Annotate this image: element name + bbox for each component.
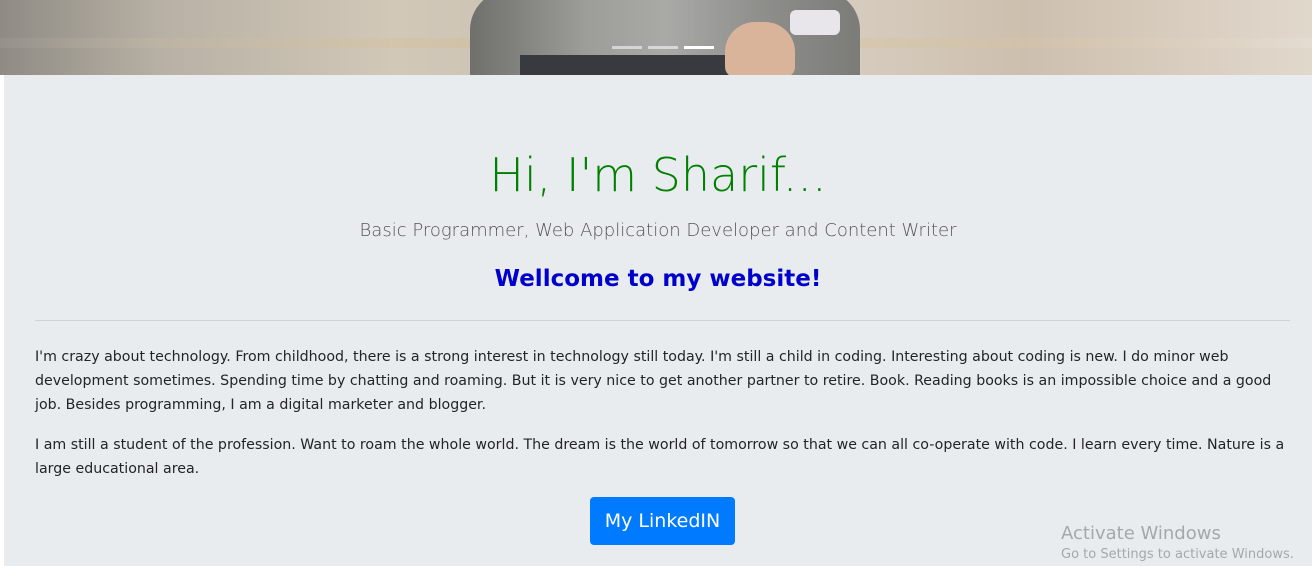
- page-subtitle: Basic Programmer, Web Application Develo…: [359, 220, 957, 241]
- hero-image-cuff: [790, 10, 840, 35]
- hero-image-pants: [520, 55, 760, 75]
- carousel-indicator-1[interactable]: [612, 46, 642, 49]
- about-paragraph-2: I am still a student of the profession. …: [35, 437, 1285, 477]
- linkedin-button[interactable]: My LinkedIN: [590, 497, 735, 545]
- divider: [35, 320, 1290, 321]
- hero-carousel: [0, 0, 1312, 75]
- intro-jumbotron: Hi, I'm Sharif... Basic Programmer, Web …: [4, 75, 1312, 566]
- carousel-indicator-2[interactable]: [648, 46, 678, 49]
- carousel-indicator-3[interactable]: [684, 46, 714, 49]
- page-title: Hi, I'm Sharif...: [489, 148, 827, 202]
- welcome-heading: Wellcome to my website!: [494, 266, 822, 292]
- hero-image-hand: [725, 22, 795, 75]
- carousel-indicators: [612, 46, 714, 49]
- about-paragraph-1: I'm crazy about technology. From childho…: [35, 349, 1272, 413]
